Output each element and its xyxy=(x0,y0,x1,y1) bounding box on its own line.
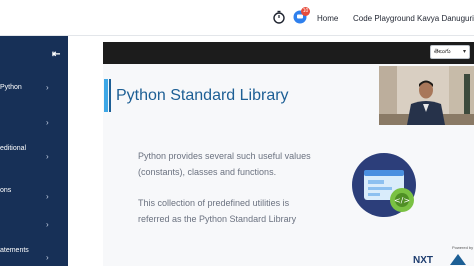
title-accent-bar xyxy=(104,79,108,112)
collapse-sidebar-icon[interactable]: ⇤ xyxy=(52,50,60,60)
instructor-webcam xyxy=(379,66,474,125)
user-name[interactable]: Kavya Danuguri xyxy=(417,14,474,23)
paragraph-2-line-2: referred as the Python Standard Library xyxy=(138,214,297,224)
svg-text:</>: </> xyxy=(394,196,410,205)
code-playground-link[interactable]: Code Playground xyxy=(353,14,415,23)
sidebar-item-5[interactable]: › xyxy=(0,218,68,236)
sidebar-item-python[interactable]: Python › xyxy=(0,81,68,99)
chevron-right-icon: › xyxy=(46,152,49,161)
sidebar-item-label: Python xyxy=(0,84,22,91)
chevron-down-icon: ▾ xyxy=(462,49,466,55)
timer-icon[interactable] xyxy=(272,10,286,24)
paragraph-1-line-2: (constants), classes and functions. xyxy=(138,167,277,177)
sidebar-item-functions[interactable]: ons › xyxy=(0,184,68,202)
language-value: తెలుగు xyxy=(434,49,451,55)
video-toolbar xyxy=(103,42,474,64)
chevron-right-icon: › xyxy=(46,220,49,229)
chevron-right-icon: › xyxy=(46,253,49,262)
paragraph-2: This collection of predefined utilities … xyxy=(138,195,296,227)
chevron-right-icon: › xyxy=(46,83,49,92)
paragraph-1-line-1: Python provides several such useful valu… xyxy=(138,151,311,161)
sidebar: ⇤ Python › › editional › ons › › atement… xyxy=(0,36,68,266)
sidebar-item-2[interactable]: › xyxy=(0,116,68,134)
paragraph-2-line-1: This collection of predefined utilities … xyxy=(138,198,290,208)
sidebar-item-label: ons xyxy=(0,187,12,194)
sidebar-item-label: editional xyxy=(0,145,27,152)
sidebar-item-conditional[interactable]: editional › xyxy=(0,142,68,161)
chevron-right-icon: › xyxy=(46,118,49,127)
notification-badge: 10 xyxy=(301,7,310,16)
home-link[interactable]: Home xyxy=(317,14,338,23)
top-navbar: 10 Home Code Playground Kavya Danuguri xyxy=(0,0,474,36)
api-illustration-icon: </> xyxy=(352,153,416,217)
title-accent-bar-secondary xyxy=(109,79,111,112)
chevron-right-icon: › xyxy=(46,192,49,201)
sidebar-item-statements[interactable]: atements › xyxy=(0,244,68,262)
language-select[interactable]: తెలుగు ▾ xyxy=(430,45,470,59)
svg-text:NXT: NXT xyxy=(413,255,433,266)
slide-title: Python Standard Library xyxy=(116,87,289,104)
sidebar-item-label: atements xyxy=(0,247,29,254)
paragraph-1: Python provides several such useful valu… xyxy=(138,148,311,180)
powered-by-label: Powered by xyxy=(452,245,474,250)
